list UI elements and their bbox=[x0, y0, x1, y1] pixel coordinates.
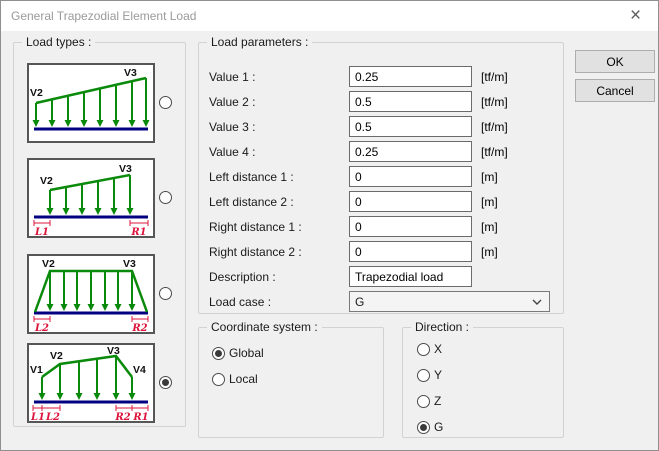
radio-circle[interactable] bbox=[417, 395, 430, 408]
load-type-3-diagram: V2 V3 L2 R2 bbox=[27, 254, 155, 334]
value-4-input[interactable] bbox=[349, 141, 472, 162]
unit-label: [tf/m] bbox=[481, 145, 508, 159]
left-distance-1-input[interactable] bbox=[349, 166, 472, 187]
load-case-selected-value: G bbox=[355, 295, 364, 309]
param-row-left-distance-1: Left distance 1 : [m] bbox=[199, 164, 563, 189]
value-2-input[interactable] bbox=[349, 91, 472, 112]
param-row-description: Description : bbox=[199, 264, 563, 289]
coordinate-system-group: Coordinate system : Global Local bbox=[198, 327, 384, 438]
param-row-value-4: Value 4 : [tf/m] bbox=[199, 139, 563, 164]
load-case-select[interactable]: G bbox=[349, 291, 550, 312]
group-label: Load parameters : bbox=[207, 35, 312, 49]
l1-label: L1 bbox=[30, 412, 45, 421]
unit-label: [m] bbox=[481, 170, 498, 184]
r1-label: R1 bbox=[130, 227, 146, 236]
radio-label: G bbox=[434, 420, 443, 434]
radio-local[interactable]: Local bbox=[212, 372, 258, 386]
v3-label: V3 bbox=[123, 258, 136, 270]
close-button[interactable]: × bbox=[613, 1, 658, 30]
radio-circle[interactable] bbox=[417, 343, 430, 356]
v3-label: V3 bbox=[124, 67, 137, 79]
l2-label: L2 bbox=[34, 323, 49, 332]
l1-label: L1 bbox=[34, 227, 49, 236]
left-distance-2-input[interactable] bbox=[349, 191, 472, 212]
field-label: Value 2 : bbox=[209, 95, 349, 109]
radio-label: X bbox=[434, 342, 442, 356]
field-label: Load case : bbox=[209, 295, 349, 309]
param-row-right-distance-1: Right distance 1 : [m] bbox=[199, 214, 563, 239]
load-type-1-diagram: V2 V3 bbox=[27, 63, 155, 143]
chevron-down-icon bbox=[532, 299, 542, 306]
radio-direction-x[interactable]: X bbox=[417, 342, 442, 356]
radio-label: Global bbox=[229, 346, 264, 360]
field-label: Left distance 2 : bbox=[209, 195, 349, 209]
param-row-load-case: Load case : G bbox=[199, 289, 563, 314]
group-label: Direction : bbox=[411, 320, 473, 334]
unit-label: [tf/m] bbox=[481, 70, 508, 84]
direction-group: Direction : X Y Z G bbox=[402, 327, 564, 438]
radio-circle[interactable] bbox=[212, 373, 225, 386]
radio-global[interactable]: Global bbox=[212, 346, 264, 360]
field-label: Right distance 1 : bbox=[209, 220, 349, 234]
radio-circle[interactable] bbox=[212, 347, 225, 360]
param-row-value-3: Value 3 : [tf/m] bbox=[199, 114, 563, 139]
load-type-2-radio[interactable] bbox=[159, 191, 172, 204]
unit-label: [tf/m] bbox=[481, 95, 508, 109]
param-row-right-distance-2: Right distance 2 : [m] bbox=[199, 239, 563, 264]
radio-label: Local bbox=[229, 372, 258, 386]
dialog-title: General Trapezodial Element Load bbox=[11, 9, 196, 23]
unit-label: [m] bbox=[481, 220, 498, 234]
v2-label: V2 bbox=[50, 350, 63, 362]
radio-direction-z[interactable]: Z bbox=[417, 394, 441, 408]
field-label: Left distance 1 : bbox=[209, 170, 349, 184]
v3-label: V3 bbox=[107, 345, 120, 357]
l2-label: L2 bbox=[45, 412, 60, 421]
field-label: Right distance 2 : bbox=[209, 245, 349, 259]
value-3-input[interactable] bbox=[349, 116, 472, 137]
r2-label: R2 bbox=[131, 323, 147, 332]
field-label: Value 3 : bbox=[209, 120, 349, 134]
v4-label: V4 bbox=[133, 364, 146, 376]
group-label: Load types : bbox=[22, 35, 95, 49]
load-type-4-radio[interactable] bbox=[159, 376, 172, 389]
ok-button[interactable]: OK bbox=[575, 50, 655, 73]
radio-direction-y[interactable]: Y bbox=[417, 368, 442, 382]
load-parameters-group: Load parameters : Value 1 : [tf/m] Value… bbox=[198, 42, 564, 314]
radio-label: Y bbox=[434, 368, 442, 382]
value-1-input[interactable] bbox=[349, 66, 472, 87]
group-label: Coordinate system : bbox=[207, 320, 322, 334]
right-distance-1-input[interactable] bbox=[349, 216, 472, 237]
v3-label: V3 bbox=[119, 163, 132, 175]
field-label: Description : bbox=[209, 270, 349, 284]
param-row-value-1: Value 1 : [tf/m] bbox=[199, 64, 563, 89]
r2-label: R2 bbox=[114, 412, 130, 421]
field-label: Value 1 : bbox=[209, 70, 349, 84]
right-distance-2-input[interactable] bbox=[349, 241, 472, 262]
load-types-group: Load types : V2 V3 bbox=[13, 42, 186, 427]
unit-label: [m] bbox=[481, 195, 498, 209]
load-type-3-radio[interactable] bbox=[159, 287, 172, 300]
general-trapezodial-element-load-dialog: General Trapezodial Element Load × Load … bbox=[0, 0, 659, 451]
titlebar: General Trapezodial Element Load × bbox=[1, 1, 658, 31]
param-row-value-2: Value 2 : [tf/m] bbox=[199, 89, 563, 114]
unit-label: [m] bbox=[481, 245, 498, 259]
load-type-4-diagram: V1 V2 V3 V4 L1 L2 R2 R1 bbox=[27, 343, 155, 423]
param-row-left-distance-2: Left distance 2 : [m] bbox=[199, 189, 563, 214]
field-label: Value 4 : bbox=[209, 145, 349, 159]
r1-label: R1 bbox=[132, 412, 148, 421]
description-input[interactable] bbox=[349, 266, 472, 287]
v2-label: V2 bbox=[40, 175, 53, 187]
v1-label: V1 bbox=[30, 364, 43, 376]
radio-circle[interactable] bbox=[417, 421, 430, 434]
close-icon: × bbox=[630, 5, 641, 27]
cancel-button[interactable]: Cancel bbox=[575, 79, 655, 102]
load-type-2-diagram: V2 V3 L1 R1 bbox=[27, 158, 155, 238]
radio-direction-g[interactable]: G bbox=[417, 420, 443, 434]
v2-label: V2 bbox=[30, 87, 43, 99]
radio-circle[interactable] bbox=[417, 369, 430, 382]
v2-label: V2 bbox=[42, 258, 55, 270]
load-type-1-radio[interactable] bbox=[159, 96, 172, 109]
unit-label: [tf/m] bbox=[481, 120, 508, 134]
radio-label: Z bbox=[434, 394, 441, 408]
